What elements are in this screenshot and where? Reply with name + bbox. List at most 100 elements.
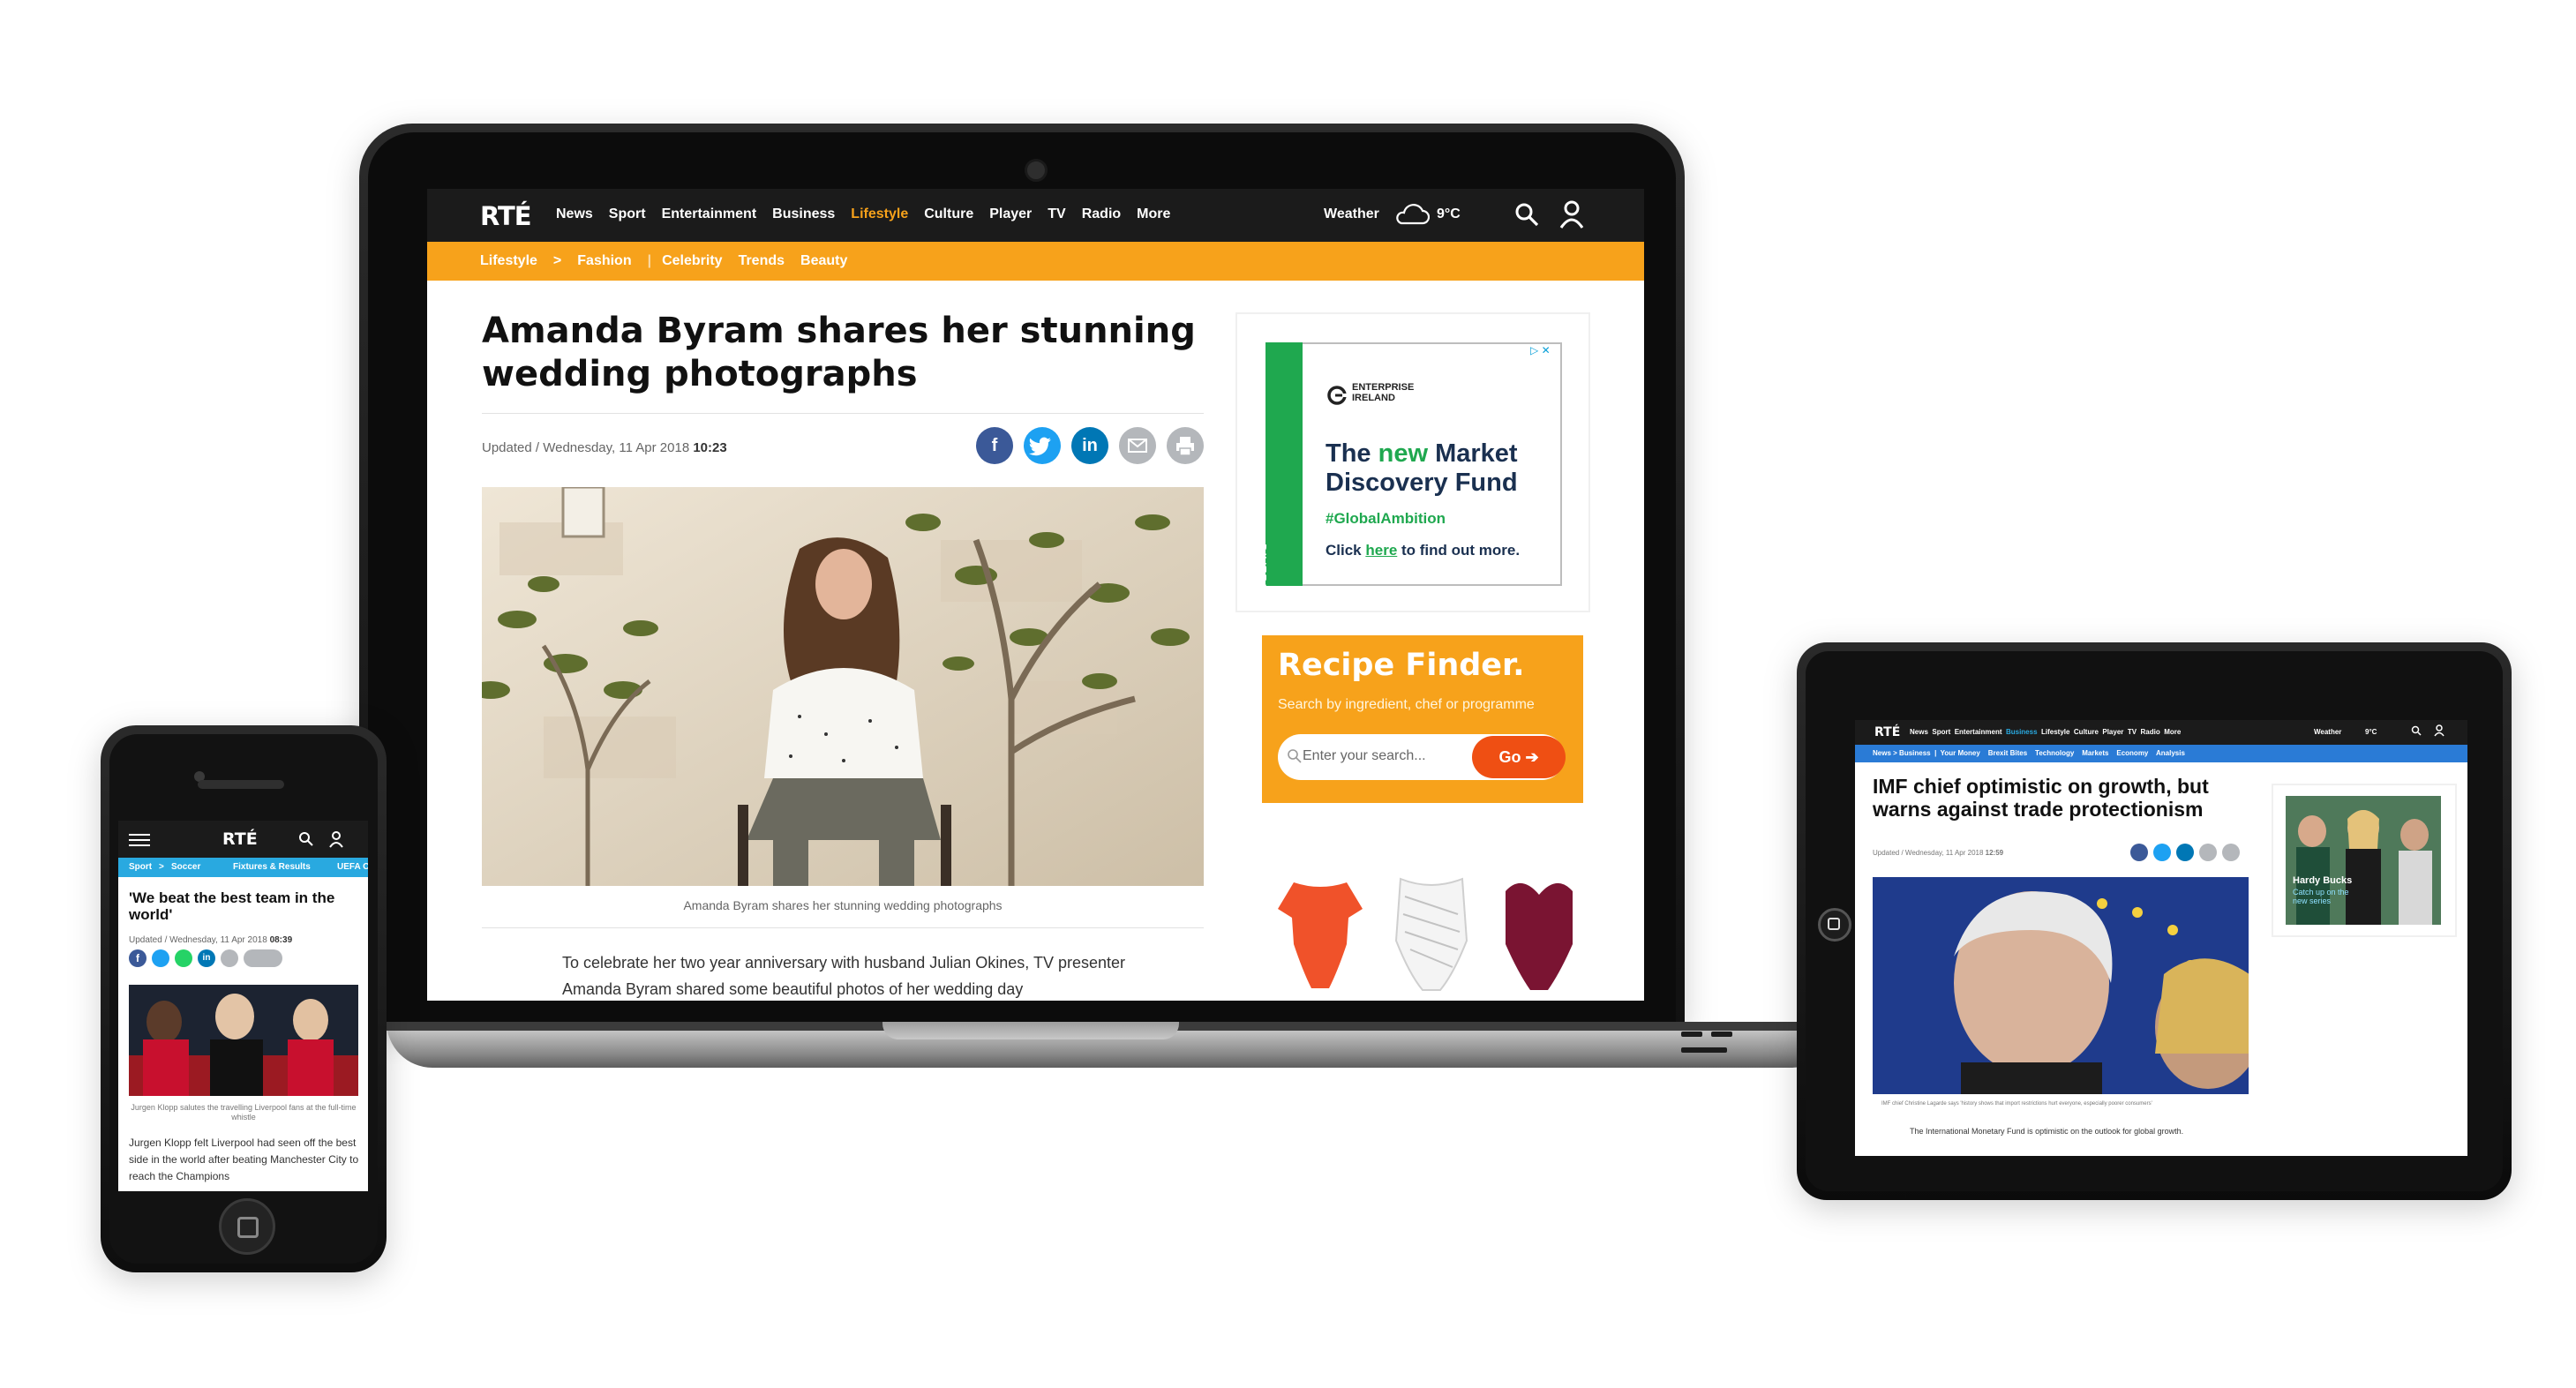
ad-link[interactable]: here [1365, 542, 1397, 559]
nav-lifestyle[interactable]: Lifestyle [851, 206, 908, 221]
nav-news[interactable]: News [556, 206, 593, 221]
weather-label[interactable]: Weather [2314, 728, 2341, 736]
product-bodysuit-white[interactable] [1387, 870, 1476, 994]
nav-culture[interactable]: Culture [924, 206, 973, 221]
product-swimsuit-burgundy[interactable] [1495, 874, 1583, 992]
article-headline: 'We beat the best team in the world' [129, 889, 335, 923]
crumb-sport[interactable]: Sport [129, 862, 152, 872]
breadcrumb-separator: > [552, 253, 562, 268]
nav-business[interactable]: Business [2006, 728, 2038, 736]
recipe-go-button[interactable]: Go ➔ [1472, 736, 1566, 778]
rte-logo[interactable]: RTÉ [480, 201, 532, 231]
laptop-trackpad-notch [882, 1022, 1179, 1039]
nav-player[interactable]: Player [989, 206, 1032, 221]
breadcrumb-lifestyle[interactable]: Lifestyle [480, 253, 537, 268]
crumb-uefa[interactable]: UEFA C [337, 862, 368, 872]
twitter-icon[interactable] [152, 949, 169, 967]
subnav-your-money[interactable]: Your Money [1941, 749, 1980, 757]
rte-logo[interactable]: RTÉ [1874, 725, 1900, 739]
rte-logo[interactable]: RTÉ [222, 829, 258, 849]
email-icon[interactable] [221, 949, 238, 967]
subnav-brexit-bites[interactable]: Brexit Bites [1988, 749, 2027, 757]
nav-entertainment[interactable]: Entertainment [662, 206, 757, 221]
divider [482, 413, 1204, 414]
linkedin-icon[interactable]: in [1071, 427, 1108, 464]
crumb-fixtures[interactable]: Fixtures & Results [233, 862, 311, 872]
phone-screen: RTÉ Sport > Soccer Fixtures & Results UE… [118, 821, 368, 1191]
hardy-bucks-promo[interactable] [2286, 796, 2441, 925]
more-share-icon[interactable] [244, 949, 282, 967]
subnav-trends[interactable]: Trends [739, 253, 785, 268]
facebook-icon[interactable]: f [129, 949, 146, 967]
nav-sport[interactable]: Sport [609, 206, 646, 221]
facebook-icon[interactable]: f [976, 427, 1013, 464]
tablet-main-menu: News Sport Entertainment Business Lifest… [1910, 728, 2181, 736]
whatsapp-icon[interactable] [175, 949, 192, 967]
breadcrumb-fashion[interactable]: Fashion [577, 253, 631, 268]
laptop-ports [1681, 1025, 1787, 1053]
nav-news[interactable]: News [1910, 728, 1928, 736]
email-icon[interactable] [1119, 427, 1156, 464]
laptop-top-nav: RTÉ News Sport Entertainment Business Lifest… [427, 189, 1644, 242]
nav-tv[interactable]: TV [2128, 728, 2137, 736]
main-menu: News Sport Entertainment Business Lifestyle C… [556, 206, 1186, 222]
ad-brand: ENTERPRISE IRELAND [1352, 382, 1415, 403]
search-icon[interactable] [298, 831, 314, 847]
subnav-technology[interactable]: Technology [2035, 749, 2074, 757]
nav-culture[interactable]: Culture [2074, 728, 2099, 736]
recipe-search-placeholder: Enter your search... [1303, 748, 1426, 763]
phone-subnav: Sport > Soccer Fixtures & Results UEFA C [118, 858, 368, 877]
print-icon[interactable] [2222, 844, 2240, 861]
search-icon[interactable] [2411, 725, 2422, 736]
twitter-icon[interactable] [2153, 844, 2171, 861]
weather-label[interactable]: Weather [1324, 206, 1379, 222]
search-icon[interactable] [1513, 201, 1540, 228]
nav-more[interactable]: More [1137, 206, 1170, 221]
subnav-celebrity[interactable]: Celebrity [662, 253, 722, 268]
webcam-icon [1025, 159, 1048, 182]
facebook-icon[interactable] [2130, 844, 2148, 861]
nav-radio[interactable]: Radio [2141, 728, 2160, 736]
nav-lifestyle[interactable]: Lifestyle [2041, 728, 2069, 736]
user-icon[interactable] [328, 830, 344, 848]
article-photo[interactable] [1873, 877, 2249, 1094]
nav-more[interactable]: More [2164, 728, 2181, 736]
tablet-home-button[interactable] [1818, 908, 1851, 942]
recipe-title: Recipe Finder. [1278, 648, 1525, 683]
menu-icon[interactable] [129, 833, 150, 847]
nav-tv[interactable]: TV [1048, 206, 1065, 221]
nav-entertainment[interactable]: Entertainment [1955, 728, 2002, 736]
print-icon[interactable] [1167, 427, 1204, 464]
nav-radio[interactable]: Radio [1082, 206, 1121, 221]
subnav-analysis[interactable]: Analysis [2156, 749, 2185, 757]
article-photo[interactable] [129, 985, 358, 1096]
article-timestamp: Updated / Wednesday, 11 Apr 2018 12:59 [1873, 849, 2004, 857]
user-icon[interactable] [2434, 724, 2445, 737]
phone-home-button[interactable] [219, 1198, 275, 1255]
nav-player[interactable]: Player [2102, 728, 2123, 736]
email-icon[interactable] [2199, 844, 2217, 861]
crumb-business[interactable]: Business [1899, 749, 1931, 757]
nav-sport[interactable]: Sport [1932, 728, 1950, 736]
ad-heading: The new Market Discovery Fund [1326, 439, 1518, 497]
product-bodysuit-orange[interactable] [1276, 874, 1364, 992]
tablet-subnav-items: News > Business | Your Money Brexit Bite… [1873, 749, 2185, 757]
article-body: Jurgen Klopp felt Liverpool had seen off… [129, 1137, 359, 1182]
adchoices-icon[interactable]: ▷ ✕ [1530, 344, 1551, 356]
article-photo[interactable] [482, 487, 1204, 886]
subnav-beauty[interactable]: Beauty [800, 253, 847, 268]
ad-hashtag: #GlobalAmbition [1326, 510, 1446, 527]
twitter-icon[interactable] [1024, 427, 1061, 464]
crumb-soccer[interactable]: Soccer [171, 862, 200, 872]
user-icon[interactable] [1558, 199, 1585, 229]
nav-business[interactable]: Business [772, 206, 835, 221]
linkedin-icon[interactable]: in [198, 949, 215, 967]
tablet-screen: RTÉ News Sport Entertainment Business Li… [1855, 699, 2467, 1156]
phone-speaker [198, 780, 284, 789]
linkedin-icon[interactable] [2176, 844, 2194, 861]
subnav-markets[interactable]: Markets [2082, 749, 2108, 757]
article-headline: IMF chief optimistic on growth, but warn… [1873, 775, 2209, 821]
crumb-news[interactable]: News [1873, 749, 1891, 757]
photo-caption: IMF chief Christine Lagarde says 'histor… [1881, 1101, 2152, 1107]
subnav-economy[interactable]: Economy [2116, 749, 2148, 757]
